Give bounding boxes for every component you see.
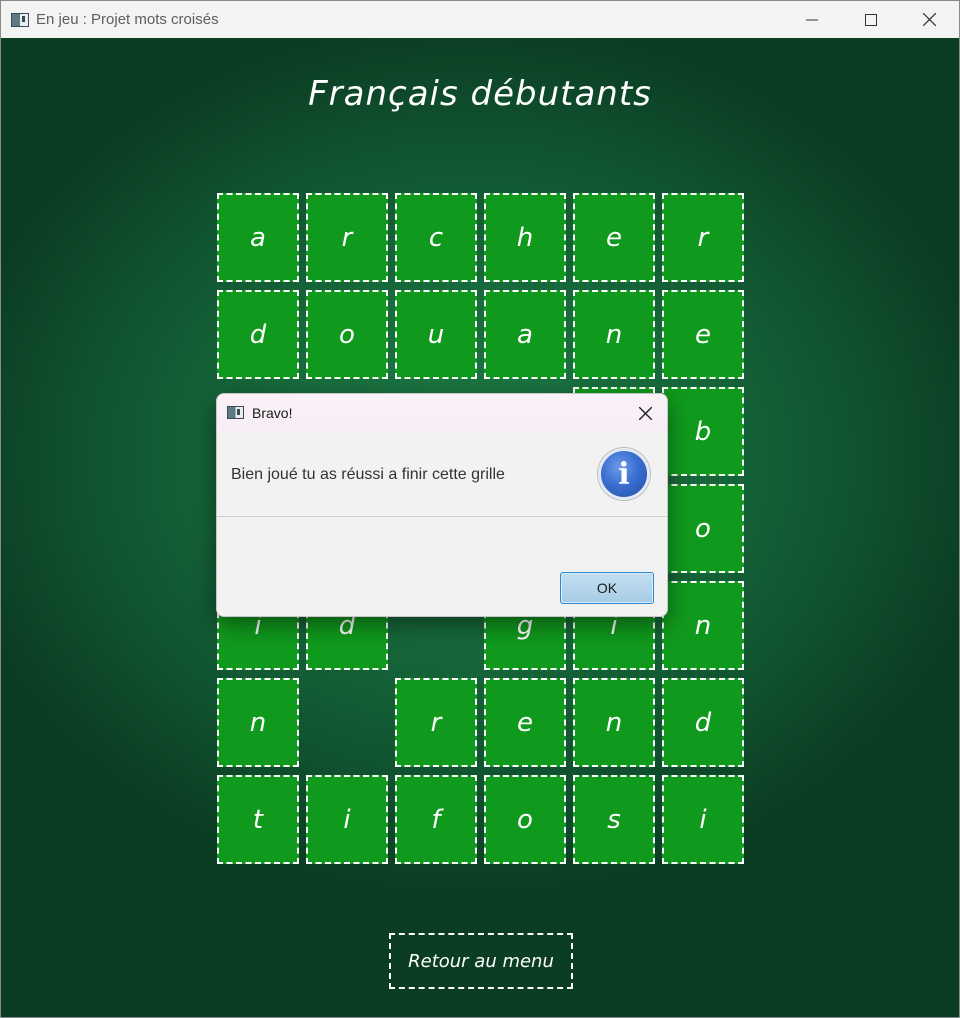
grid-cell[interactable]: o [484,775,566,864]
window-controls [782,1,959,38]
app-icon [11,12,29,27]
info-icon: i [598,448,650,500]
grid-cell[interactable]: n [217,678,299,767]
close-icon [638,406,652,420]
grid-cell[interactable]: r [395,678,477,767]
dialog-message: Bien joué tu as réussi a finir cette gri… [231,466,505,483]
grid-cell[interactable]: i [662,775,744,864]
grid-cell[interactable]: e [662,290,744,379]
game-window: En jeu : Projet mots croisés Français dé… [0,0,960,1018]
dialog-footer: OK [217,517,667,616]
grid-cell[interactable]: n [662,581,744,670]
grid-cell[interactable]: r [306,193,388,282]
minimize-icon [805,19,818,20]
grid-cell[interactable]: o [662,484,744,573]
grid-cell[interactable]: t [217,775,299,864]
dialog-title: Bravo! [252,404,293,421]
window-title: En jeu : Projet mots croisés [36,11,219,28]
grid-cell[interactable]: n [573,290,655,379]
grid-cell[interactable]: r [662,193,744,282]
dialog-body: Bien joué tu as réussi a finir cette gri… [217,431,667,517]
window-titlebar: En jeu : Projet mots croisés [1,1,959,38]
grid-cell[interactable]: a [484,290,566,379]
dialog-close-button[interactable] [635,403,655,423]
game-title: Français débutants [308,74,652,114]
grid-cell[interactable]: n [573,678,655,767]
grid-cell[interactable]: d [217,290,299,379]
grid-cell[interactable]: s [573,775,655,864]
dialog-app-icon [227,406,244,419]
grid-cell[interactable]: b [662,387,744,476]
minimize-button[interactable] [782,1,841,38]
close-window-button[interactable] [900,1,959,38]
grid-cell[interactable]: f [395,775,477,864]
grid-cell[interactable]: a [217,193,299,282]
dialog-titlebar: Bravo! [217,394,667,431]
maximize-icon [864,13,877,26]
grid-cell[interactable]: h [484,193,566,282]
grid-cell[interactable]: u [395,290,477,379]
grid-cell[interactable]: e [484,678,566,767]
back-to-menu-button[interactable]: Retour au menu [389,933,573,989]
maximize-button[interactable] [841,1,900,38]
bravo-dialog: Bravo! Bien joué tu as réussi a finir ce… [216,393,668,617]
grid-cell[interactable]: i [306,775,388,864]
grid-cell[interactable]: o [306,290,388,379]
grid-cell[interactable]: d [662,678,744,767]
grid-cell[interactable]: e [573,193,655,282]
ok-button[interactable]: OK [560,572,654,604]
close-icon [923,13,936,26]
grid-cell[interactable]: c [395,193,477,282]
